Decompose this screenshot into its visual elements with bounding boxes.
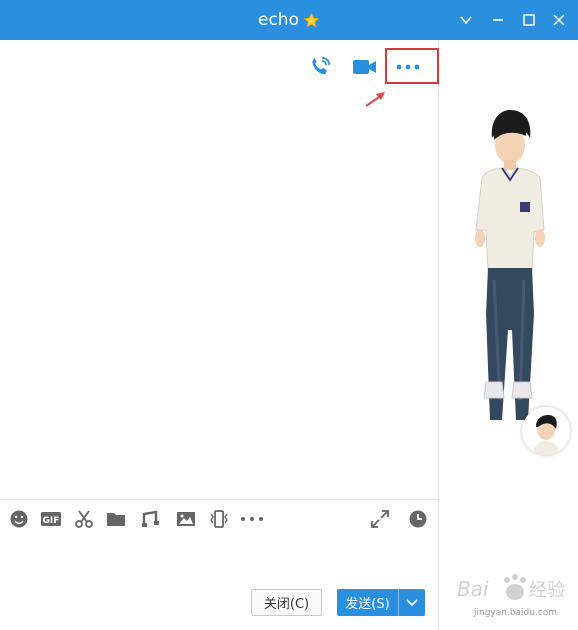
character-figure [475,110,545,420]
toolbar-more-button[interactable] [240,508,264,530]
emoji-button[interactable] [7,508,31,530]
close-icon [553,14,565,26]
chevron-down-button[interactable] [454,8,478,32]
send-options-button[interactable] [399,589,425,616]
chat-panel [0,40,439,630]
chevron-down-icon [406,598,418,606]
image-button[interactable] [174,508,198,530]
maximize-button[interactable] [517,8,541,32]
baidu-paw-logo: Bai 经验 [457,574,565,601]
input-divider [0,499,439,500]
minimize-button[interactable] [486,8,510,32]
star-icon [303,12,320,28]
more-dots-icon [241,517,263,521]
red-arrow-icon [365,92,385,107]
contact-avatar[interactable] [522,407,570,455]
avatar-image [522,407,570,455]
emoji-icon [10,510,28,528]
svg-text:Bai: Bai [457,577,489,601]
voice-call-button[interactable] [305,55,335,79]
folder-icon [107,513,125,526]
history-clock-icon [409,510,427,528]
shake-icon [210,510,228,528]
close-button[interactable] [547,8,571,32]
svg-text:GIF: GIF [43,516,60,526]
history-button[interactable] [406,508,430,530]
scissors-icon [75,510,93,528]
image-icon [177,512,195,526]
send-label[interactable]: 发送(S) [337,589,399,616]
contact-name: echo [258,10,299,30]
send-button[interactable]: 发送(S) [337,589,425,616]
expand-button[interactable] [368,508,392,530]
music-button[interactable] [138,508,162,530]
expand-icon [371,510,389,528]
title-bar: echo [0,0,578,40]
phone-icon [312,56,331,75]
contact-show-panel [440,40,578,630]
screenshot-button[interactable] [72,508,96,530]
highlight-box [385,48,439,84]
shoes [483,381,533,399]
gif-icon: GIF [41,512,61,526]
music-icon [142,510,159,527]
shake-button[interactable] [207,508,231,530]
watermark-url: jingyan.baidu.com [474,608,558,618]
chevron-down-icon [460,16,472,25]
close-chat-button[interactable]: 关闭(C) [251,589,322,616]
svg-text:经验: 经验 [529,580,565,601]
maximize-icon [523,14,535,26]
minimize-icon [493,19,503,21]
video-camera-icon [353,60,376,74]
gif-button[interactable]: GIF [39,508,63,530]
video-call-button[interactable] [349,55,379,79]
file-button[interactable] [104,508,128,530]
